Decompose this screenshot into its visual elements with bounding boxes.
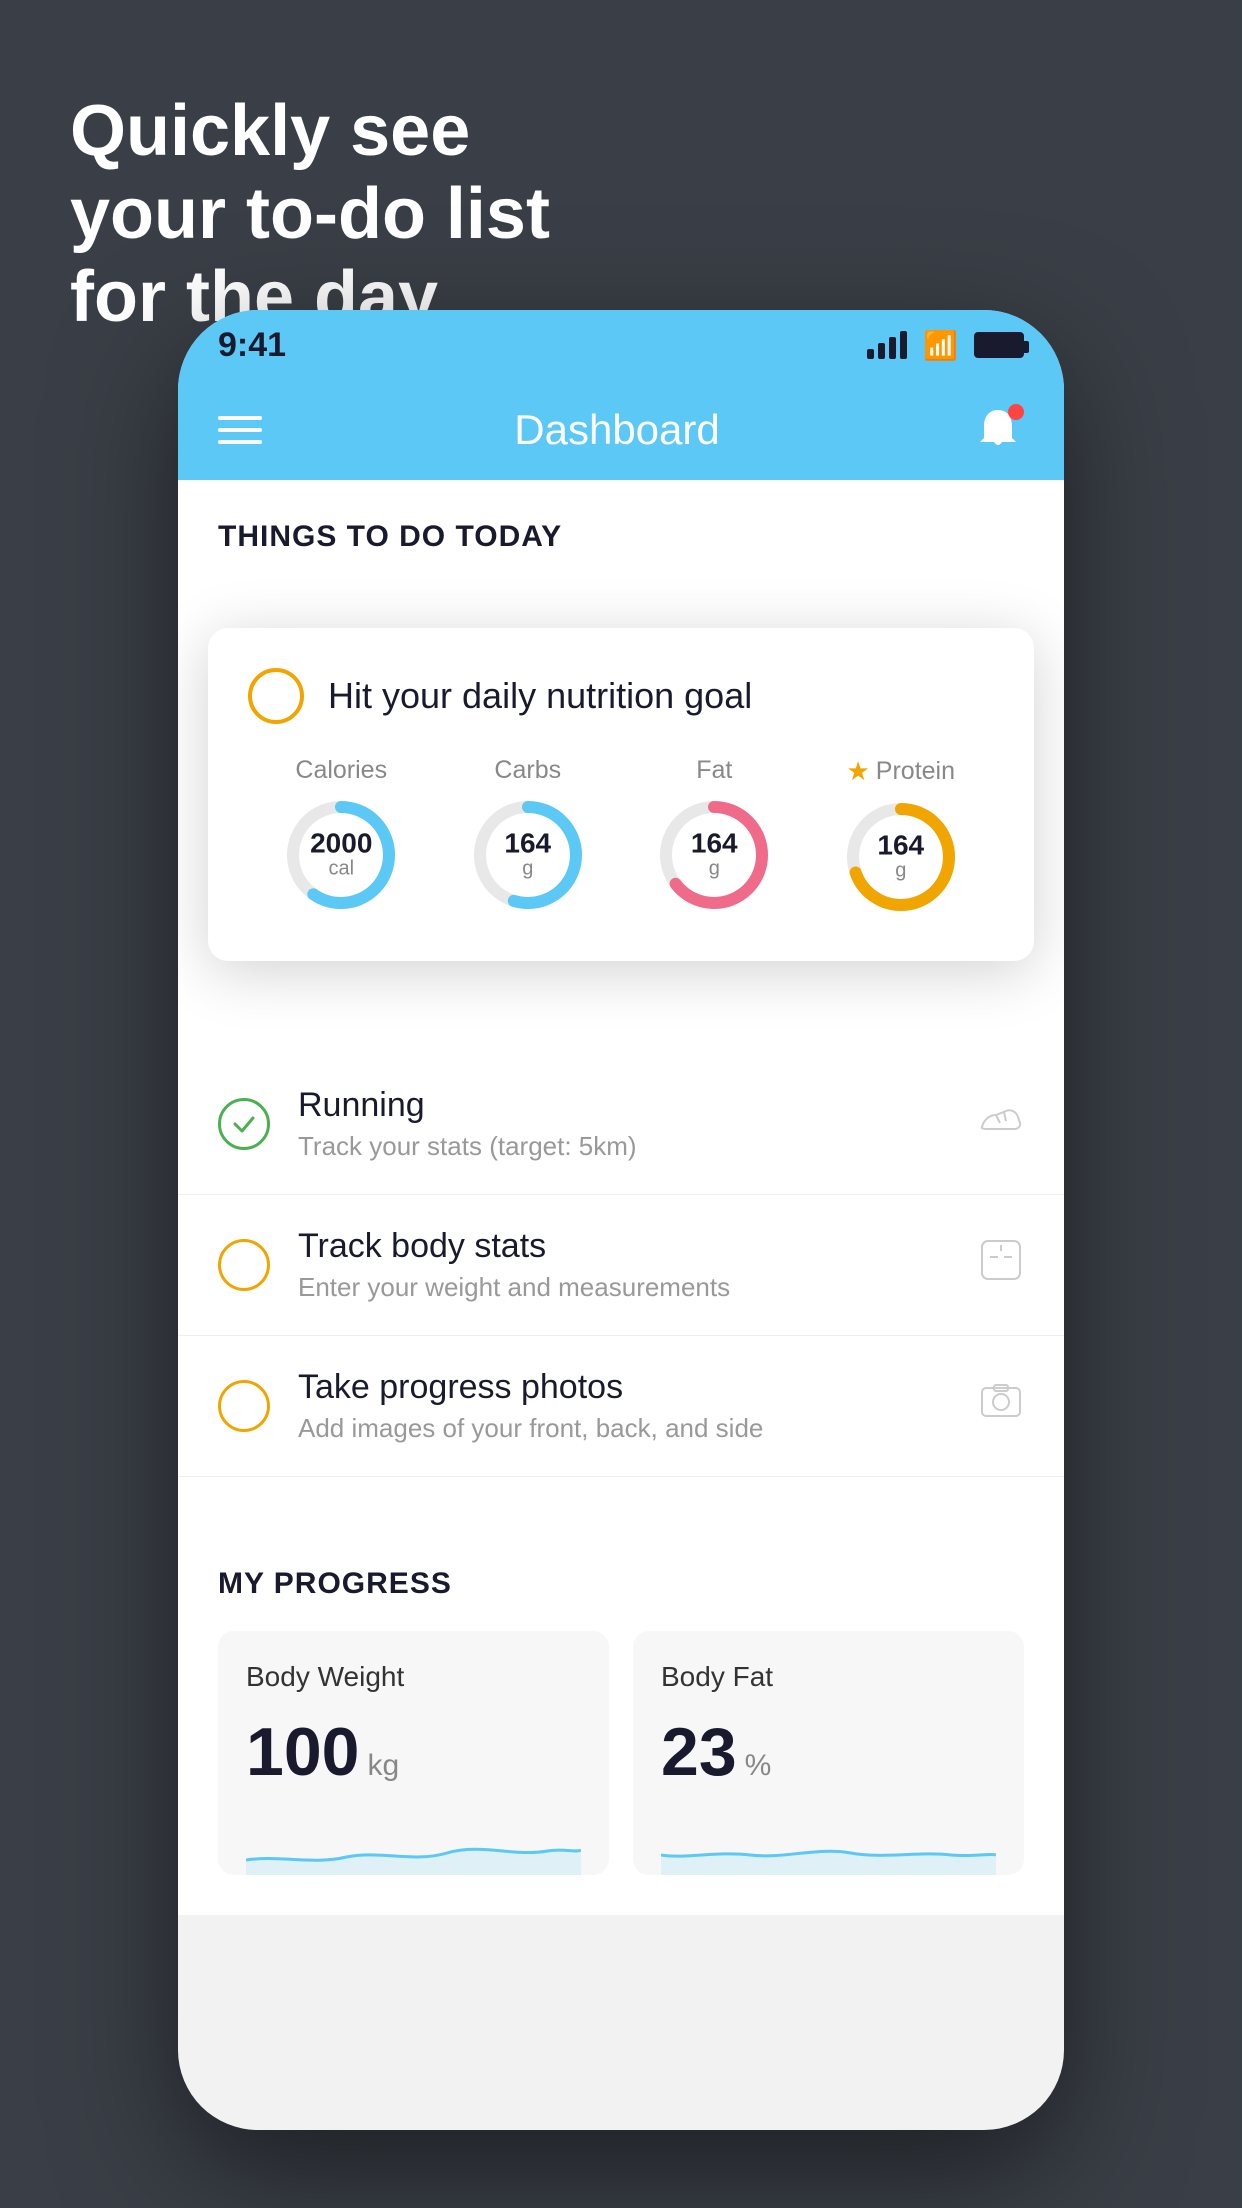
carbs-donut: 164 g: [468, 795, 588, 915]
calories-value-inner: 2000 cal: [310, 830, 372, 881]
photo-icon: [978, 1378, 1024, 1434]
body-fat-value-row: 23 %: [661, 1713, 996, 1791]
wifi-icon: 📶: [923, 329, 958, 362]
fat-value: 164: [691, 830, 738, 858]
calories-unit: cal: [310, 858, 372, 881]
progress-photos-name: Take progress photos: [298, 1368, 950, 1407]
body-stats-desc: Enter your weight and measurements: [298, 1272, 950, 1303]
body-fat-card[interactable]: Body Fat 23 %: [633, 1631, 1024, 1875]
signal-icon: [867, 331, 907, 359]
progress-section: MY PROGRESS Body Weight 100 kg: [178, 1517, 1064, 1915]
calories-value: 2000: [310, 830, 372, 858]
running-desc: Track your stats (target: 5km): [298, 1131, 950, 1162]
nutrition-card-header: Hit your daily nutrition goal: [248, 668, 994, 724]
nutrition-item-calories: Calories 2000 cal: [281, 756, 401, 915]
content-area: THINGS TO DO TODAY Hit your daily nutrit…: [178, 480, 1064, 1915]
protein-value-inner: 164 g: [877, 832, 924, 883]
fat-unit: g: [691, 858, 738, 881]
status-icons: 📶: [867, 329, 1024, 362]
protein-label: ★ Protein: [846, 756, 955, 787]
phone-mockup: 9:41 📶 Dashboard: [178, 310, 1064, 2130]
progress-photos-checkbox[interactable]: [218, 1380, 270, 1432]
nutrition-item-protein: ★ Protein 164 g: [841, 756, 961, 917]
scale-icon: [978, 1237, 1024, 1293]
carbs-value: 164: [504, 830, 551, 858]
calories-label: Calories: [295, 756, 387, 785]
running-name: Running: [298, 1086, 950, 1125]
nutrition-checkbox[interactable]: [248, 668, 304, 724]
protein-value: 164: [877, 832, 924, 860]
things-today-title: THINGS TO DO TODAY: [218, 520, 1024, 554]
notification-dot: [1008, 404, 1024, 420]
todo-item-progress-photos[interactable]: Take progress photos Add images of your …: [178, 1336, 1064, 1477]
carbs-value-inner: 164 g: [504, 830, 551, 881]
running-shoe-icon: [978, 1101, 1024, 1147]
nutrition-circles: Calories 2000 cal Carbs: [248, 756, 994, 917]
calories-donut: 2000 cal: [281, 795, 401, 915]
body-fat-unit: %: [745, 1749, 772, 1783]
progress-cards: Body Weight 100 kg Body Fat: [218, 1631, 1024, 1875]
body-fat-chart: [661, 1815, 996, 1875]
body-fat-card-title: Body Fat: [661, 1661, 996, 1693]
progress-photos-desc: Add images of your front, back, and side: [298, 1413, 950, 1444]
nav-bar: Dashboard: [178, 380, 1064, 480]
body-weight-card[interactable]: Body Weight 100 kg: [218, 1631, 609, 1875]
nutrition-card-title: Hit your daily nutrition goal: [328, 675, 752, 717]
body-weight-card-title: Body Weight: [246, 1661, 581, 1693]
body-weight-unit: kg: [367, 1749, 399, 1783]
running-text: Running Track your stats (target: 5km): [298, 1086, 950, 1162]
carbs-unit: g: [504, 858, 551, 881]
body-weight-value-row: 100 kg: [246, 1713, 581, 1791]
status-bar: 9:41 📶: [178, 310, 1064, 380]
protein-donut: 164 g: [841, 797, 961, 917]
carbs-label: Carbs: [494, 756, 561, 785]
body-stats-checkbox[interactable]: [218, 1239, 270, 1291]
notification-bell-button[interactable]: [972, 404, 1024, 456]
todo-item-body-stats[interactable]: Track body stats Enter your weight and m…: [178, 1195, 1064, 1336]
todo-list: Running Track your stats (target: 5km) T…: [178, 1054, 1064, 1477]
body-weight-chart: [246, 1815, 581, 1875]
nav-title: Dashboard: [514, 406, 719, 454]
nutrition-card[interactable]: Hit your daily nutrition goal Calories 2…: [208, 628, 1034, 961]
nutrition-item-fat: Fat 164 g: [654, 756, 774, 915]
body-weight-value: 100: [246, 1713, 359, 1791]
fat-label: Fat: [696, 756, 732, 785]
todo-item-running[interactable]: Running Track your stats (target: 5km): [178, 1054, 1064, 1195]
body-fat-value: 23: [661, 1713, 737, 1791]
fat-donut: 164 g: [654, 795, 774, 915]
fat-value-inner: 164 g: [691, 830, 738, 881]
protein-star-icon: ★: [846, 756, 869, 787]
protein-unit: g: [877, 860, 924, 883]
status-time: 9:41: [218, 326, 286, 365]
running-checkbox[interactable]: [218, 1098, 270, 1150]
hamburger-menu-button[interactable]: [218, 416, 262, 444]
body-stats-text: Track body stats Enter your weight and m…: [298, 1227, 950, 1303]
progress-title: MY PROGRESS: [218, 1567, 1024, 1601]
headline: Quickly see your to-do list for the day.: [70, 90, 550, 338]
body-stats-name: Track body stats: [298, 1227, 950, 1266]
progress-photos-text: Take progress photos Add images of your …: [298, 1368, 950, 1444]
nutrition-item-carbs: Carbs 164 g: [468, 756, 588, 915]
section-header: THINGS TO DO TODAY: [178, 480, 1064, 574]
battery-icon: [974, 332, 1024, 358]
